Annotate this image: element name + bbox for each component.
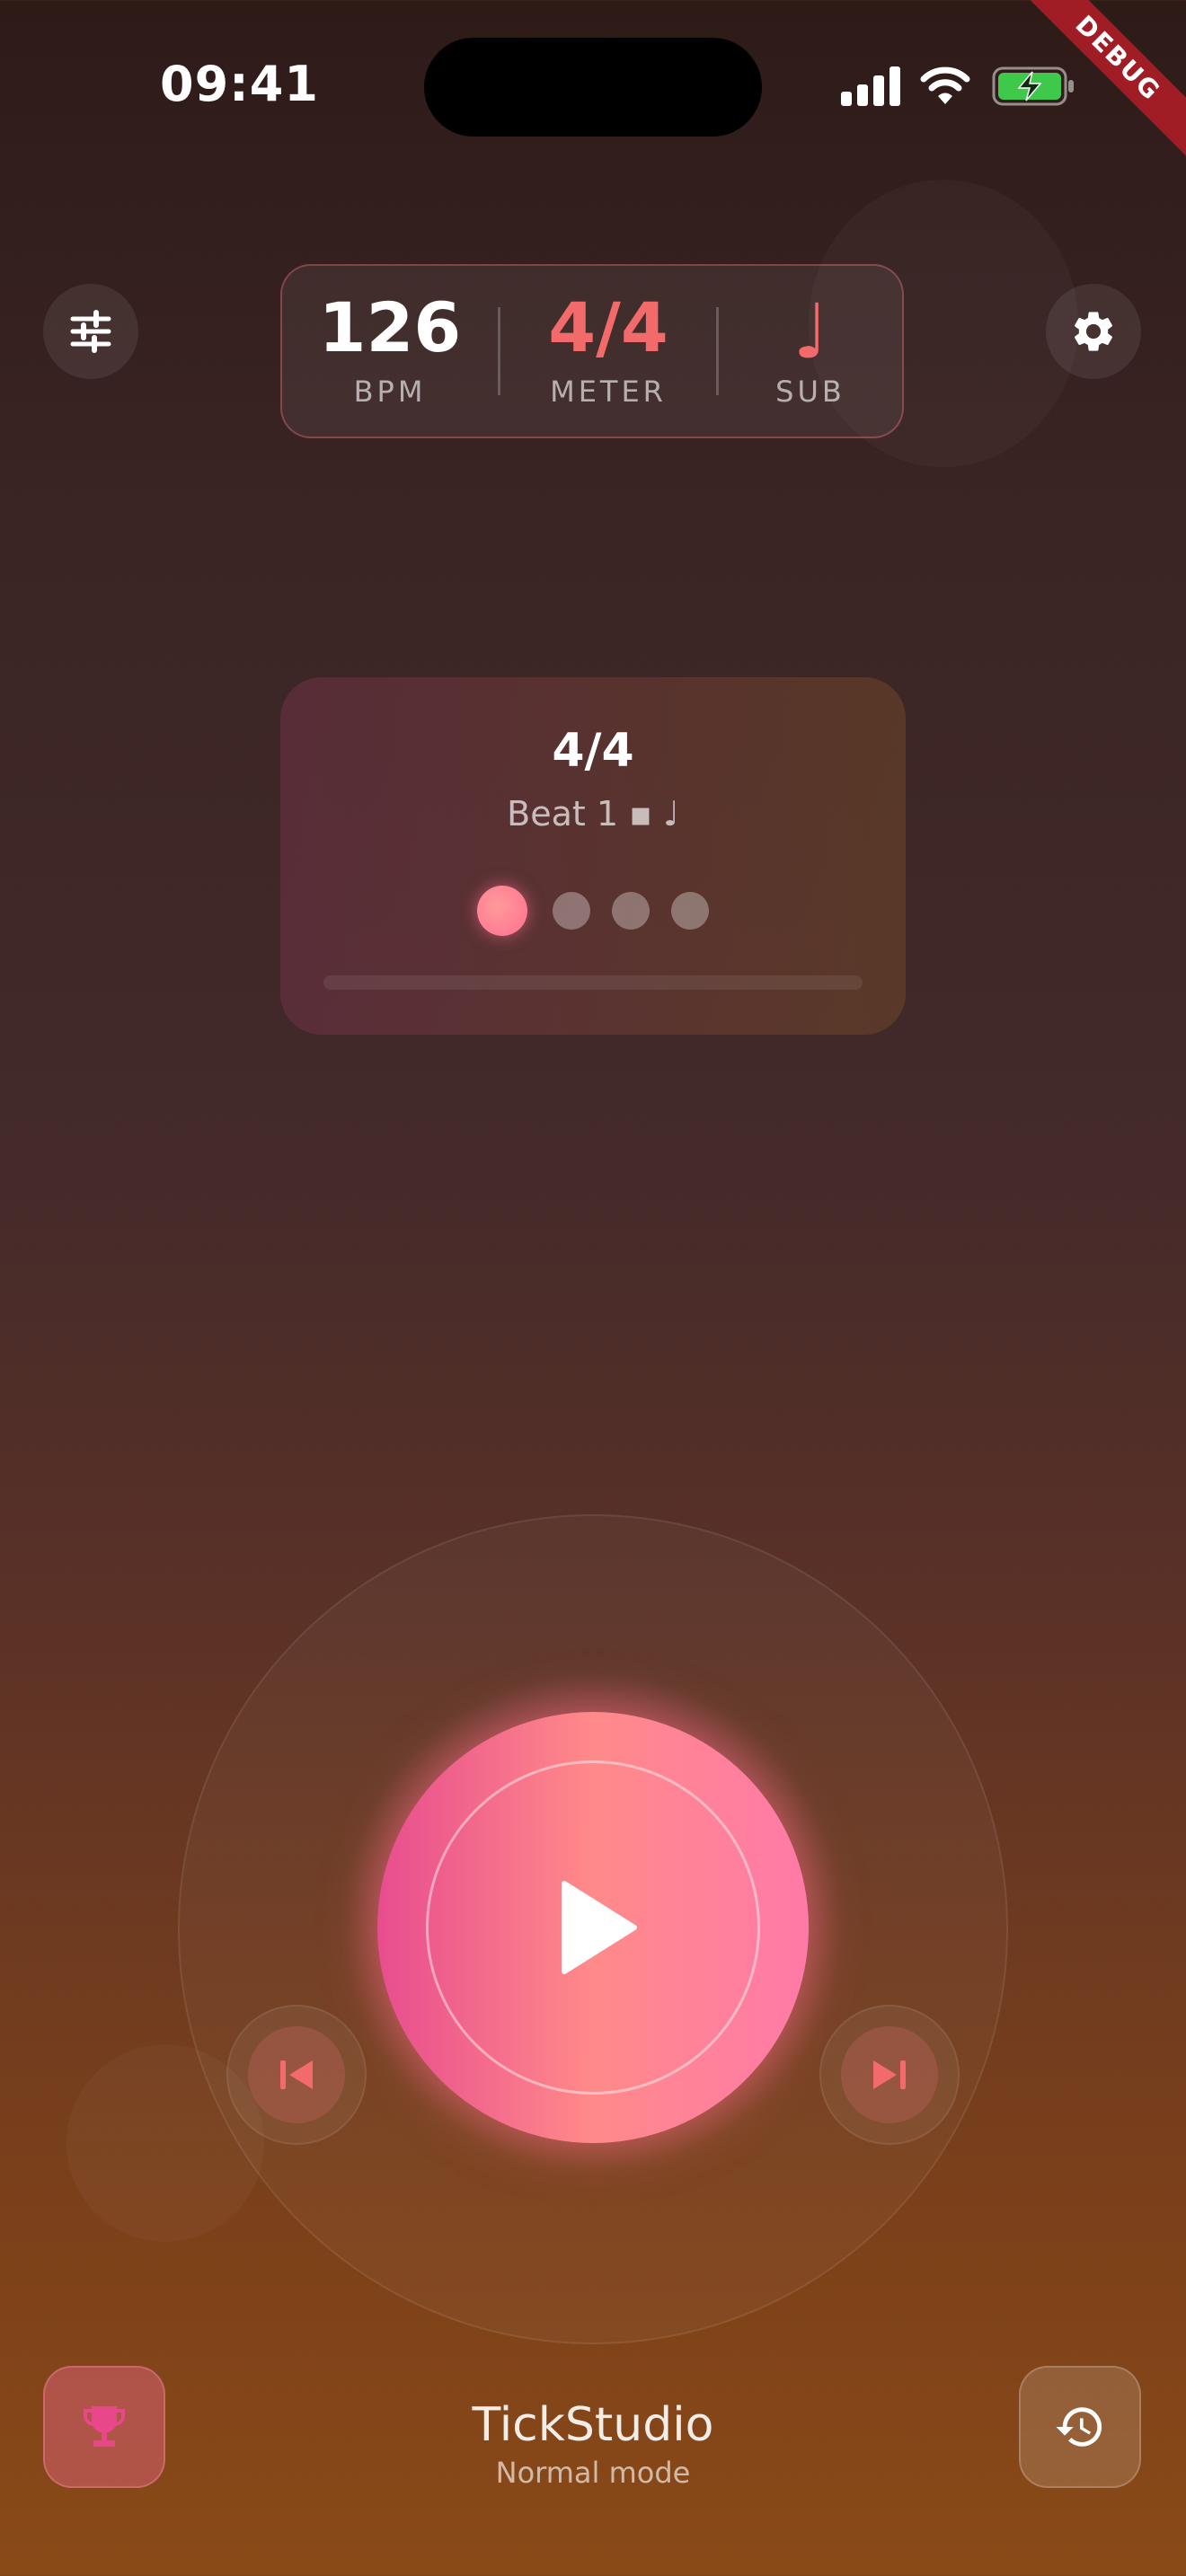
next-button-inner <box>841 2026 938 2123</box>
bpm-value: 126 <box>318 287 462 367</box>
subdivision-stat[interactable]: ♩ SUB <box>719 294 902 409</box>
beat-dot-active <box>477 886 527 936</box>
meter-value: 4/4 <box>548 287 668 367</box>
beat-dot <box>612 892 650 930</box>
bpm-stat[interactable]: 126 BPM <box>282 287 498 410</box>
tune-icon <box>70 310 111 353</box>
tune-button[interactable] <box>43 284 138 379</box>
tempo-summary-panel[interactable]: 126 BPM 4/4 METER ♩ SUB <box>280 264 904 438</box>
play-button-ring <box>426 1760 760 2095</box>
beat-card-current-beat: Beat 1 ▪ ♩ <box>507 794 679 834</box>
play-button[interactable] <box>377 1712 809 2143</box>
next-button[interactable] <box>819 2005 960 2145</box>
battery-charging-icon <box>992 66 1074 106</box>
beat-progress-track <box>323 975 863 990</box>
dynamic-island <box>424 38 762 137</box>
subdivision-value: ♩ <box>792 287 828 375</box>
bpm-label: BPM <box>353 375 427 409</box>
status-time: 09:41 <box>160 56 319 112</box>
subdivision-label: SUB <box>775 375 845 409</box>
previous-button-inner <box>248 2026 345 2123</box>
app-name: TickStudio <box>472 2398 714 2452</box>
mode-label: Normal mode <box>495 2456 691 2490</box>
gear-icon <box>1074 312 1113 351</box>
meter-stat[interactable]: 4/4 METER <box>500 287 716 410</box>
skip-previous-icon <box>280 2060 313 2089</box>
beat-indicator-card: 4/4 Beat 1 ▪ ♩ <box>280 677 906 1035</box>
beat-dot <box>671 892 709 930</box>
cellular-signal-icon <box>841 66 902 106</box>
beat-dots <box>280 886 906 936</box>
wifi-icon <box>920 66 970 104</box>
previous-button[interactable] <box>226 2005 367 2145</box>
skip-next-icon <box>873 2060 906 2089</box>
beat-dot <box>553 892 590 930</box>
history-icon <box>1056 2407 1102 2447</box>
beat-card-meter: 4/4 <box>552 724 634 778</box>
play-icon <box>562 1881 637 1974</box>
settings-button[interactable] <box>1046 284 1141 379</box>
meter-label: METER <box>550 375 667 409</box>
history-button[interactable] <box>1019 2366 1141 2488</box>
